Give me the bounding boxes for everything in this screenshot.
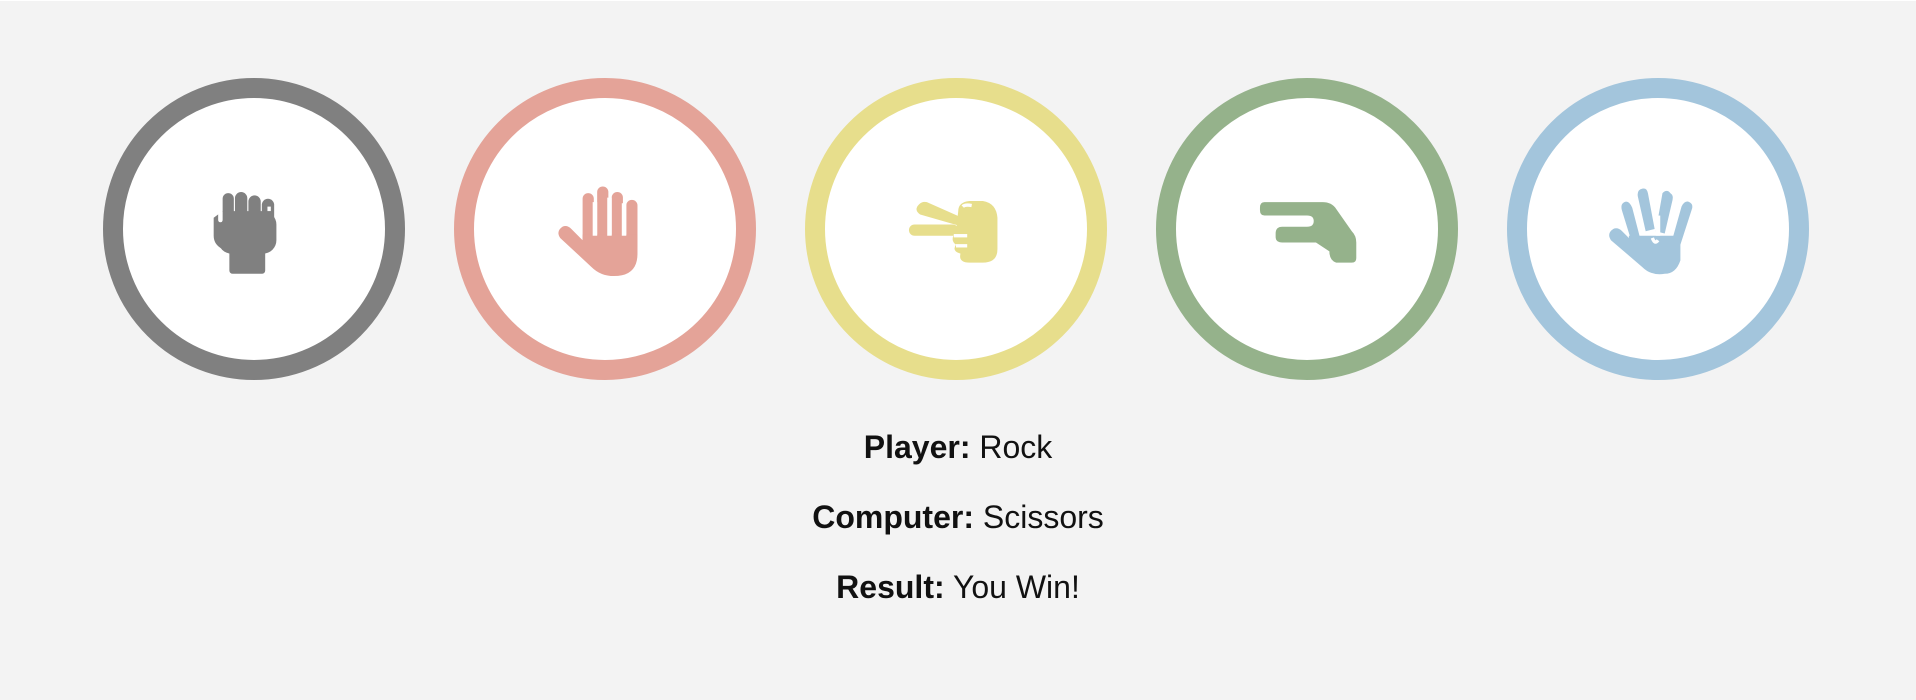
player-line: Player: Rock [0, 428, 1916, 466]
choice-row [103, 78, 1811, 380]
rock-button[interactable] [103, 78, 405, 380]
result-value: You Win! [952, 569, 1080, 605]
vulcan-salute-icon [1609, 188, 1693, 275]
lizard-button[interactable] [1156, 78, 1458, 380]
result-label: Result: [836, 569, 945, 605]
scissors-button[interactable] [805, 78, 1107, 380]
computer-line: Computer: Scissors [0, 498, 1916, 536]
result-line: Result: You Win! [0, 568, 1916, 606]
computer-label: Computer: [812, 499, 974, 535]
scissors-hand-icon [908, 201, 998, 263]
status-panel: Player: Rock Computer: Scissors Result: … [0, 428, 1916, 638]
lizard-hand-icon [1259, 202, 1357, 263]
player-choice: Rock [979, 429, 1053, 465]
player-label: Player: [863, 429, 971, 465]
paper-button[interactable] [454, 78, 756, 380]
top-border [0, 0, 1916, 1]
open-hand-icon [558, 186, 638, 277]
computer-choice: Scissors [982, 499, 1104, 535]
fist-icon [213, 192, 277, 274]
spock-button[interactable] [1507, 78, 1809, 380]
